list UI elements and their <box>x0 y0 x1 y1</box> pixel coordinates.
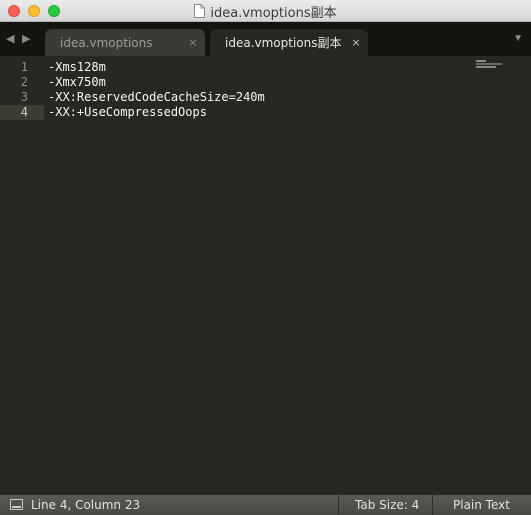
back-arrow-icon[interactable]: ◀ <box>6 33 14 45</box>
minimap[interactable] <box>476 60 502 70</box>
status-bar: Line 4, Column 23 Tab Size: 4 Plain Text <box>0 494 531 515</box>
editor-area[interactable]: 1 2 3 4 -Xms128m -Xmx750m -XX:ReservedCo… <box>0 56 531 494</box>
code-content[interactable]: -Xms128m -Xmx750m -XX:ReservedCodeCacheS… <box>44 60 471 120</box>
line-number: 3 <box>20 90 28 104</box>
tab-idea-vmoptions-copy[interactable]: idea.vmoptions副本 × <box>210 29 368 56</box>
window-title: idea.vmoptions副本 <box>210 5 337 21</box>
line-number: 1 <box>20 60 28 74</box>
minimap-line <box>476 60 486 62</box>
code-line[interactable]: -Xmx750m <box>44 75 471 90</box>
tab-label: idea.vmoptions副本 <box>225 36 342 50</box>
code-line[interactable]: -Xms128m <box>44 60 471 75</box>
close-tab-icon[interactable]: × <box>181 36 205 49</box>
syntax-selector[interactable]: Plain Text <box>453 498 510 512</box>
line-number-current: 4 <box>0 105 44 120</box>
minimap-line <box>476 63 502 65</box>
toggle-panel-icon[interactable] <box>10 499 23 510</box>
tab-idea-vmoptions[interactable]: idea.vmoptions × <box>45 29 205 56</box>
tab-list-dropdown-icon[interactable]: ▼ <box>513 33 523 44</box>
minimap-line <box>476 66 496 68</box>
window-title-group: idea.vmoptions副本 <box>0 0 531 22</box>
forward-arrow-icon[interactable]: ▶ <box>22 33 30 45</box>
tab-label: idea.vmoptions <box>60 35 153 50</box>
code-line[interactable]: -XX:ReservedCodeCacheSize=240m <box>44 90 471 105</box>
line-number-gutter: 1 2 3 4 <box>0 60 44 120</box>
status-divider <box>432 495 433 515</box>
title-bar: idea.vmoptions副本 <box>0 0 531 22</box>
tab-size-selector[interactable]: Tab Size: 4 <box>355 498 419 512</box>
line-number: 2 <box>20 75 28 89</box>
document-icon <box>194 4 206 18</box>
code-line-current[interactable]: -XX:+UseCompressedOops <box>44 105 471 120</box>
close-tab-icon[interactable]: × <box>344 36 368 49</box>
cursor-position: Line 4, Column 23 <box>31 498 141 512</box>
status-divider <box>338 495 339 515</box>
tab-bar: ◀ ▶ idea.vmoptions × idea.vmoptions副本 × … <box>0 22 531 56</box>
